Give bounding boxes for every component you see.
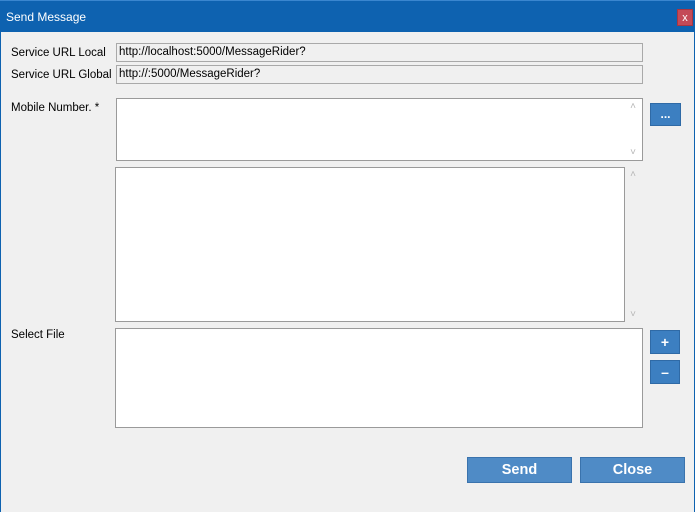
select-file-label: Select File bbox=[11, 329, 65, 341]
service-url-global-label: Service URL Global bbox=[11, 69, 112, 81]
remove-file-button[interactable]: – bbox=[650, 360, 680, 384]
title-bar: Send Message x bbox=[0, 0, 695, 32]
send-button[interactable]: Send bbox=[467, 457, 572, 483]
message-input[interactable] bbox=[115, 167, 625, 322]
mobile-number-input[interactable]: ˄ ˅ bbox=[116, 98, 643, 161]
window-frame-left bbox=[0, 32, 1, 512]
close-window-button[interactable]: x bbox=[677, 9, 693, 26]
message-scrollbar[interactable]: ˄ ˅ bbox=[626, 167, 640, 322]
browse-contacts-button[interactable]: ... bbox=[650, 103, 681, 126]
mobile-number-label: Mobile Number. * bbox=[11, 102, 100, 114]
window-title: Send Message bbox=[6, 10, 87, 24]
chevron-up-icon[interactable]: ˄ bbox=[626, 169, 640, 180]
mobile-number-scrollbar[interactable]: ˄ ˅ bbox=[626, 99, 640, 160]
chevron-down-icon[interactable]: ˅ bbox=[626, 309, 640, 320]
chevron-down-icon[interactable]: ˅ bbox=[626, 147, 640, 158]
service-url-local-field[interactable]: http://localhost:5000/MessageRider? bbox=[116, 43, 643, 62]
add-file-button[interactable]: + bbox=[650, 330, 680, 354]
service-url-global-field[interactable]: http://:5000/MessageRider? bbox=[116, 65, 643, 84]
service-url-local-label: Service URL Local bbox=[11, 47, 106, 59]
chevron-up-icon[interactable]: ˄ bbox=[626, 101, 640, 112]
file-list[interactable] bbox=[115, 328, 643, 428]
close-button[interactable]: Close bbox=[580, 457, 685, 483]
